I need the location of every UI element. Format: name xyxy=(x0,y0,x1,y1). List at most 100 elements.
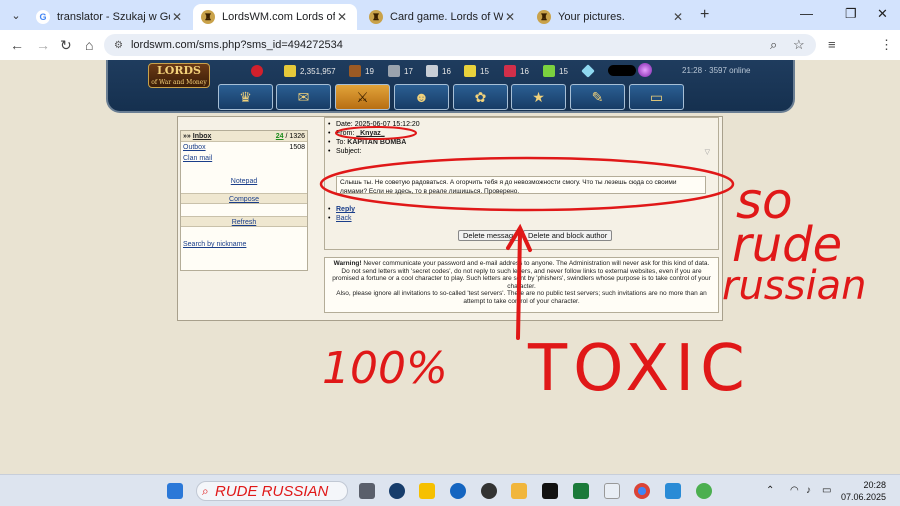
search-by-nickname-link[interactable]: Search by nickname xyxy=(183,241,246,248)
delete-message-button[interactable]: Delete message xyxy=(458,230,523,241)
steam-icon[interactable] xyxy=(389,483,405,499)
resource-wood: 19 xyxy=(349,65,374,77)
reply-row: Reply xyxy=(328,206,355,213)
resource-gems: 15 xyxy=(543,65,568,77)
clan-mail-link[interactable]: Clan mail xyxy=(183,155,212,162)
menu-icon[interactable]: ⋮ xyxy=(880,37,893,53)
collapse-arrow-icon[interactable]: ▽ xyxy=(705,148,710,156)
mercury-icon xyxy=(426,65,438,77)
tab-lordswm[interactable]: ♜ LordsWM.com Lords of War and Money ✕ xyxy=(193,4,357,30)
sidebar-item-clan-mail[interactable]: Clan mail xyxy=(181,153,307,164)
browser-toolbar: ← → ↻ ⌂ ⚙ lordswm.com/sms.php?sms_id=494… xyxy=(0,30,900,60)
sidebar-item-outbox[interactable]: Outbox 1508 xyxy=(181,142,307,153)
home-icon[interactable]: ⌂ xyxy=(85,37,93,53)
reply-link[interactable]: Reply xyxy=(336,206,355,213)
nav-character-button[interactable]: ☻ xyxy=(394,84,449,110)
forward-icon[interactable]: → xyxy=(36,37,50,53)
nav-castle-button[interactable]: ★ xyxy=(511,84,566,110)
chat-icon: ▭ xyxy=(649,88,664,105)
diamond-icon xyxy=(581,64,595,78)
sidebar-item-inbox[interactable]: »» Inbox 24 / 1326 xyxy=(181,131,307,142)
inbox-label[interactable]: Inbox xyxy=(193,133,212,140)
address-bar[interactable]: ⚙ lordswm.com/sms.php?sms_id=494272534 xyxy=(104,34,816,56)
to-label: To: xyxy=(336,139,346,146)
media-control-icon[interactable]: ≡ xyxy=(828,37,836,52)
tab-google[interactable]: G translator - Szukaj w Google ✕ xyxy=(28,4,192,30)
back-link[interactable]: Back xyxy=(336,215,352,222)
message-date: Date: 2025-06-07 15:12:20 xyxy=(328,121,420,128)
nav-home-button[interactable]: ♛ xyxy=(218,84,273,110)
app-icon[interactable] xyxy=(450,483,466,499)
sender-link[interactable]: _Knyaz_ xyxy=(356,130,384,137)
restore-icon[interactable]: ❐ xyxy=(845,6,857,22)
sidebar-item-notepad[interactable]: Notepad xyxy=(181,176,307,187)
tab-your-pictures[interactable]: ♜ Your pictures. ✕ xyxy=(529,4,693,30)
reload-icon[interactable]: ↻ xyxy=(60,37,72,54)
nav-market-button[interactable]: ✿ xyxy=(453,84,508,110)
sidebar-item-search[interactable]: Search by nickname xyxy=(181,239,307,250)
game-logo[interactable]: LORDS of War and Money xyxy=(148,63,210,88)
wifi-icon[interactable]: ◠ xyxy=(790,485,799,496)
site-info-icon[interactable]: ⚙ xyxy=(114,40,123,51)
message-panel: Date: 2025-06-07 15:12:20 From: _Knyaz_ … xyxy=(324,117,719,250)
task-view-icon[interactable] xyxy=(359,483,375,499)
nav-map-button[interactable]: ✉ xyxy=(276,84,331,110)
photos-icon[interactable] xyxy=(665,483,681,499)
health-heart[interactable] xyxy=(251,65,267,77)
nav-battle-button[interactable]: ⚔ xyxy=(335,84,390,110)
delete-and-block-button[interactable]: Delete and block author xyxy=(523,230,613,241)
nav-scroll-button[interactable]: ✎ xyxy=(570,84,625,110)
inbox-prefix: »» xyxy=(183,133,191,140)
outbox-link[interactable]: Outbox xyxy=(183,144,206,151)
rockstar-icon[interactable] xyxy=(419,483,435,499)
close-tab-icon[interactable]: ✕ xyxy=(503,10,517,24)
obs-icon[interactable] xyxy=(481,483,497,499)
gold-icon xyxy=(284,65,296,77)
new-tab-button[interactable]: + xyxy=(700,6,709,24)
inbox-unread-count[interactable]: 24 xyxy=(276,133,284,140)
mana-orb-icon[interactable] xyxy=(638,63,652,77)
resource-gold: 2,351,957 xyxy=(284,65,336,77)
wood-icon xyxy=(349,65,361,77)
close-tab-icon[interactable]: ✕ xyxy=(671,10,685,24)
notepad-link[interactable]: Notepad xyxy=(231,178,257,185)
lordswm-icon: ♜ xyxy=(201,10,215,24)
tray-chevron-icon[interactable]: ⌃ xyxy=(766,485,774,496)
nav-chat-button[interactable]: ▭ xyxy=(629,84,684,110)
excel-icon[interactable] xyxy=(573,483,589,499)
battery-icon[interactable]: ▭ xyxy=(822,485,831,496)
compose-link[interactable]: Compose xyxy=(229,196,259,203)
taskbar-clock[interactable]: 20:28 07.06.2025 xyxy=(841,479,886,503)
close-tab-icon[interactable]: ✕ xyxy=(170,10,184,24)
volume-icon[interactable]: ♪ xyxy=(806,485,811,496)
sidebar-item-compose[interactable]: Compose xyxy=(181,193,307,204)
minimize-icon[interactable]: — xyxy=(800,6,813,21)
tab-search-icon[interactable]: ⌄ xyxy=(6,5,26,25)
inbox-total-count: / 1326 xyxy=(285,133,305,140)
zoom-icon[interactable]: ⌕ xyxy=(770,37,777,53)
resource-value: 2,351,957 xyxy=(300,66,336,76)
taskbar-search[interactable]: ⌕ RUDE RUSSIAN xyxy=(196,481,348,501)
url-text: lordswm.com/sms.php?sms_id=494272534 xyxy=(130,39,343,51)
file-explorer-icon[interactable] xyxy=(511,483,527,499)
subject-label: Subject: xyxy=(336,148,362,155)
tab-card-game[interactable]: ♜ Card game. Lords of War and M ✕ xyxy=(361,4,525,30)
bookmark-star-icon[interactable]: ☆ xyxy=(793,37,805,53)
mail-sidebar: »» Inbox 24 / 1326 Outbox 1508 Clan mail… xyxy=(180,130,308,271)
close-window-icon[interactable]: ✕ xyxy=(877,6,888,22)
close-tab-icon[interactable]: ✕ xyxy=(335,10,349,24)
refresh-link[interactable]: Refresh xyxy=(232,219,257,226)
start-icon[interactable] xyxy=(167,483,183,499)
sidebar-item-refresh[interactable]: Refresh xyxy=(181,216,307,227)
ore-icon xyxy=(388,65,400,77)
tab-title: Card game. Lords of War and M xyxy=(390,11,503,23)
gems-icon xyxy=(543,65,555,77)
minecraft-icon[interactable] xyxy=(696,483,712,499)
epic-games-icon[interactable] xyxy=(542,483,558,499)
back-icon[interactable]: ← xyxy=(10,37,24,53)
message-to: To: KAPITAN BOMBA xyxy=(328,139,406,146)
store-icon[interactable] xyxy=(604,483,620,499)
chrome-icon[interactable] xyxy=(634,483,650,499)
